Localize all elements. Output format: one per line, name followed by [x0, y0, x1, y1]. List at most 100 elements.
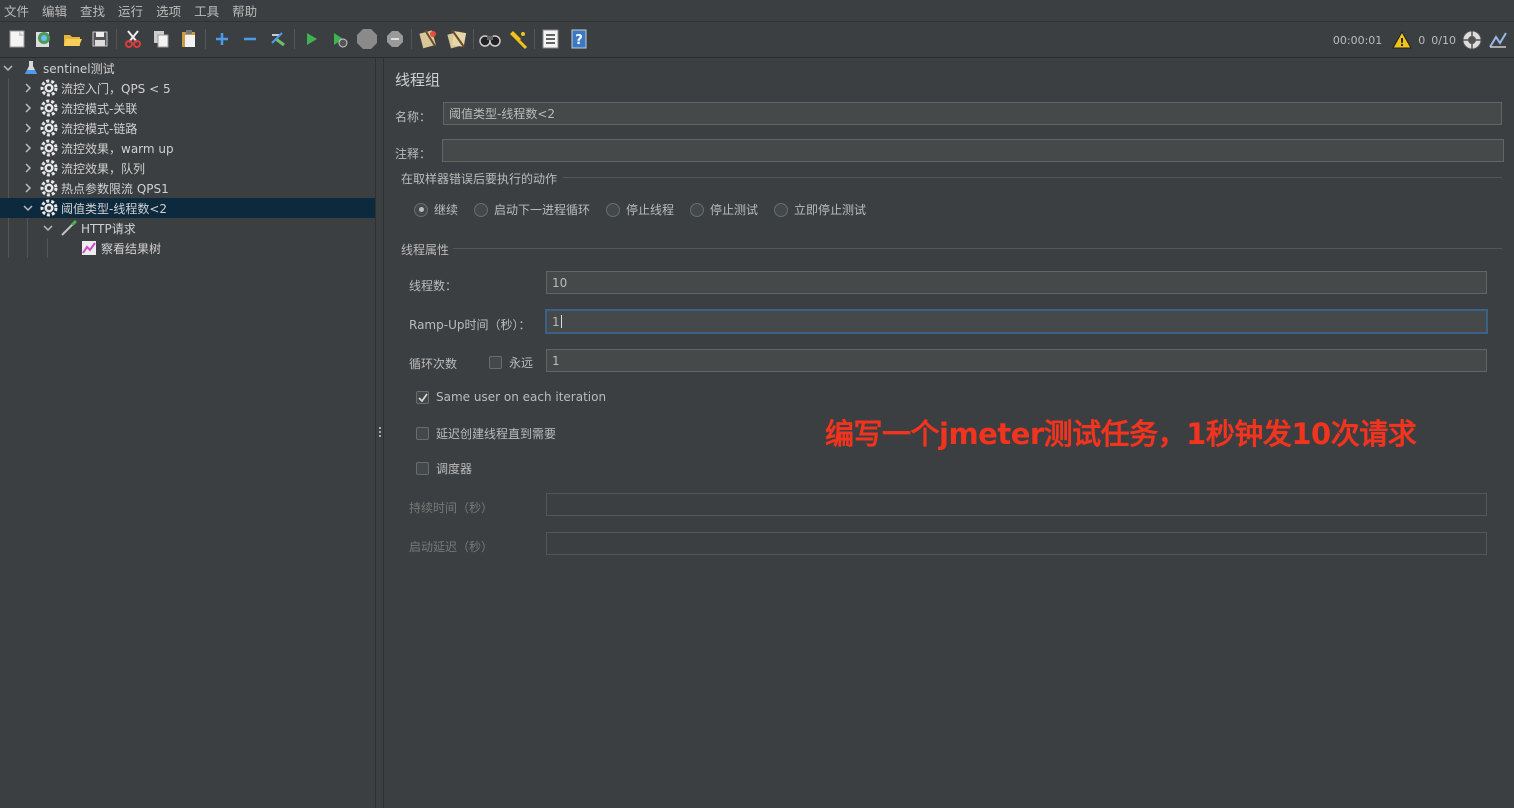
templates-icon[interactable]: [31, 27, 55, 51]
paste-icon[interactable]: [177, 27, 201, 51]
same-user-checkbox[interactable]: Same user on each iteration: [416, 390, 606, 404]
startup-delay-label: 启动延迟（秒）: [409, 540, 494, 554]
checkbox[interactable]: [416, 462, 429, 475]
chart-icon: [80, 239, 98, 257]
radio-label: 继续: [434, 203, 459, 217]
start-no-pause-icon[interactable]: [327, 27, 351, 51]
tree-item-results-tree[interactable]: 察看结果树: [0, 238, 375, 258]
delay-thread-creation-checkbox[interactable]: 延迟创建线程直到需要: [416, 425, 556, 442]
tree-item[interactable]: 流控效果，warm up: [0, 138, 375, 158]
radio-button-checked[interactable]: [414, 202, 428, 217]
comment-label: 注释：: [395, 147, 432, 161]
clear-all-icon[interactable]: [445, 27, 469, 51]
duration-field[interactable]: [546, 493, 1487, 516]
gear-icon: [40, 99, 58, 117]
loop-count-field[interactable]: 1: [546, 349, 1487, 372]
tree-item[interactable]: 流控模式-关联: [0, 98, 375, 118]
chevron-right-icon[interactable]: [22, 142, 34, 154]
panel-splitter[interactable]: [376, 58, 384, 808]
checkbox[interactable]: [489, 356, 502, 369]
tree-item-label: 流控模式-链路: [61, 121, 138, 136]
save-icon[interactable]: [88, 27, 112, 51]
reset-search-icon[interactable]: [506, 27, 530, 51]
chevron-down-icon[interactable]: [42, 222, 54, 234]
menu-file[interactable]: 文件: [0, 1, 35, 20]
collapse-icon[interactable]: [238, 27, 262, 51]
forever-checkbox[interactable]: 永远: [489, 354, 533, 371]
radio-label: 启动下一进程循环: [494, 203, 591, 217]
tree-item[interactable]: 热点参数限流 QPS1: [0, 178, 375, 198]
radio-stop-thread[interactable]: 停止线程: [606, 201, 674, 218]
chevron-right-icon[interactable]: [22, 182, 34, 194]
delay-thread-creation-label: 延迟创建线程直到需要: [436, 427, 557, 441]
log-viewer-icon[interactable]: [1488, 31, 1508, 49]
menu-options[interactable]: 选项: [150, 1, 187, 20]
search-icon[interactable]: [478, 27, 502, 51]
shutdown-icon[interactable]: [383, 27, 407, 51]
tree-root[interactable]: sentinel测试: [0, 58, 375, 78]
help-icon[interactable]: ?: [567, 27, 591, 51]
rampup-field[interactable]: 1: [545, 309, 1488, 334]
start-icon[interactable]: [299, 27, 323, 51]
menu-edit[interactable]: 编辑: [36, 1, 73, 20]
tree-item[interactable]: 流控入门，QPS < 5: [0, 78, 375, 98]
function-helper-icon[interactable]: [539, 27, 563, 51]
radio-stop-test[interactable]: 停止测试: [690, 201, 758, 218]
new-icon[interactable]: [5, 27, 29, 51]
chevron-right-icon[interactable]: [22, 102, 34, 114]
tree-item[interactable]: 流控模式-链路: [0, 118, 375, 138]
warning-icon[interactable]: !: [1392, 31, 1413, 49]
pipette-icon: [60, 219, 78, 237]
menu-help[interactable]: 帮助: [226, 1, 263, 20]
text-caret: [560, 315, 562, 328]
checkbox[interactable]: [416, 427, 429, 440]
radio-continue[interactable]: 继续: [414, 201, 458, 218]
remote-engine-icon[interactable]: [1462, 30, 1482, 50]
menu-bar: 文件 编辑 查找 运行 选项 工具 帮助: [0, 0, 1514, 22]
radio-stop-test-now[interactable]: 立即停止测试: [774, 201, 866, 218]
scheduler-checkbox[interactable]: 调度器: [416, 460, 472, 477]
checkbox-checked[interactable]: [416, 390, 429, 404]
stop-icon[interactable]: [355, 27, 379, 51]
radio-start-next-loop[interactable]: 启动下一进程循环: [474, 201, 590, 218]
menu-search[interactable]: 查找: [74, 1, 111, 20]
tree-item-label: 流控效果，队列: [61, 161, 146, 176]
chevron-down-icon[interactable]: [22, 202, 34, 214]
menu-tools[interactable]: 工具: [188, 1, 225, 20]
copy-icon[interactable]: [149, 27, 173, 51]
tree-item-label: 流控效果，warm up: [61, 141, 174, 156]
name-field[interactable]: 阈值类型-线程数<2: [443, 102, 1502, 125]
thread-count: 0/10: [1431, 33, 1456, 47]
toggle-icon[interactable]: [266, 27, 290, 51]
tree-item-label: 热点参数限流 QPS1: [61, 181, 169, 196]
chevron-down-icon[interactable]: [2, 62, 14, 74]
radio-label: 停止线程: [626, 203, 675, 217]
toolbar: ? 00:00:01 ! 0 0/10: [0, 22, 1514, 58]
open-icon[interactable]: [60, 27, 84, 51]
startup-delay-field[interactable]: [546, 532, 1487, 555]
clear-icon[interactable]: [416, 27, 440, 51]
tree-item-label: 察看结果树: [101, 241, 162, 256]
tree-item-http-request[interactable]: HTTP请求: [0, 218, 375, 238]
gear-icon: [40, 179, 58, 197]
tree-item-selected[interactable]: 阈值类型-线程数<2: [0, 198, 375, 218]
menu-run[interactable]: 运行: [112, 1, 149, 20]
radio-button[interactable]: [774, 202, 788, 217]
chevron-right-icon[interactable]: [22, 82, 34, 94]
gear-icon: [40, 79, 58, 97]
test-plan-tree: sentinel测试 流控入门，QPS < 5 流控模式-关联 流控模式-链路 …: [0, 58, 376, 808]
radio-button[interactable]: [606, 202, 620, 217]
svg-text:?: ?: [575, 33, 583, 48]
chevron-right-icon[interactable]: [22, 162, 34, 174]
forever-label: 永远: [509, 356, 534, 370]
threads-field[interactable]: 10: [546, 271, 1487, 294]
radio-button[interactable]: [690, 202, 704, 217]
cut-icon[interactable]: [121, 27, 145, 51]
tree-item[interactable]: 流控效果，队列: [0, 158, 375, 178]
expand-icon[interactable]: [210, 27, 234, 51]
comment-field[interactable]: [442, 139, 1504, 162]
radio-button[interactable]: [474, 202, 488, 217]
chevron-right-icon[interactable]: [22, 122, 34, 134]
loop-count-label: 循环次数: [409, 357, 458, 371]
tree-item-label: 流控入门，QPS < 5: [61, 81, 171, 96]
